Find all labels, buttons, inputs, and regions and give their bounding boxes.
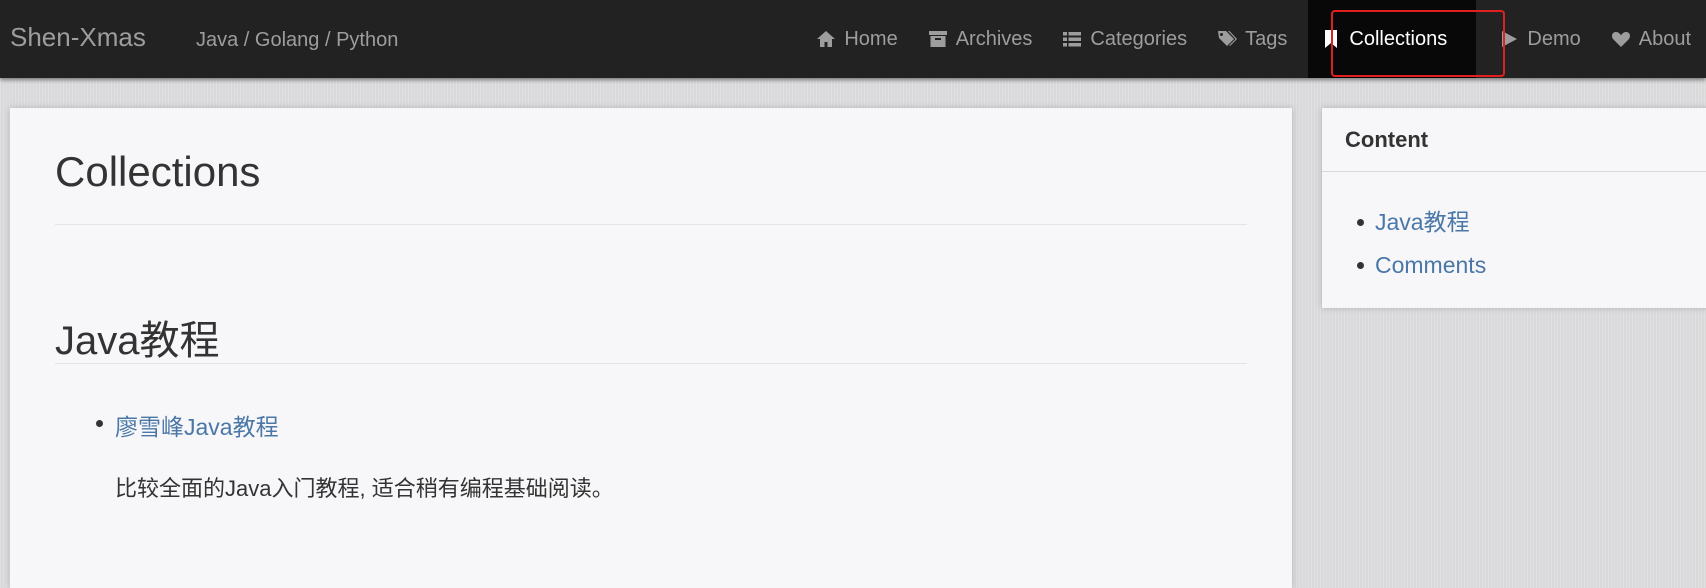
toc-link-java[interactable]: Java教程: [1375, 209, 1470, 235]
main-content-card: Collections Java教程 廖雪峰Java教程 比较全面的Java入门…: [10, 108, 1292, 588]
archive-icon: [928, 29, 948, 49]
page-title: Collections: [55, 148, 261, 195]
section-divider: [55, 363, 1247, 364]
site-tagline: Java / Golang / Python: [196, 29, 399, 51]
section-heading: Java教程: [55, 319, 220, 363]
nav-item-archives[interactable]: Archives: [913, 0, 1048, 78]
toc-heading: Content: [1322, 108, 1706, 172]
nav-item-home[interactable]: Home: [801, 0, 912, 78]
home-icon: [816, 29, 836, 49]
nav-item-about[interactable]: About: [1596, 0, 1706, 78]
nav-item-label: Demo: [1527, 27, 1581, 50]
nav-item-label: Home: [844, 27, 898, 50]
nav-item-label: Tags: [1245, 27, 1288, 50]
nav-item-categories[interactable]: Categories: [1047, 0, 1202, 78]
list-item: 廖雪峰Java教程: [96, 408, 279, 442]
top-navbar: Shen-Xmas Java / Golang / Python Home Ar…: [0, 0, 1706, 78]
collection-description: 比较全面的Java入门教程, 适合稍有编程基础阅读。: [115, 476, 614, 501]
site-brand[interactable]: Shen-Xmas: [10, 22, 146, 53]
main-nav: Home Archives Categories Tags Collection…: [801, 0, 1706, 78]
list-icon: [1062, 29, 1082, 49]
toc-list: Java教程 Comments: [1356, 201, 1486, 287]
nav-item-tags[interactable]: Tags: [1202, 0, 1302, 78]
heart-icon: [1611, 29, 1631, 49]
collection-link[interactable]: 廖雪峰Java教程: [115, 414, 279, 440]
toc-item: Java教程: [1356, 201, 1486, 244]
tags-icon: [1217, 29, 1238, 49]
nav-item-label: Archives: [955, 27, 1033, 50]
toc-link-comments[interactable]: Comments: [1375, 252, 1486, 278]
title-divider: [55, 224, 1247, 225]
collection-list: 廖雪峰Java教程: [96, 408, 279, 442]
nav-item-label: About: [1638, 27, 1691, 50]
nav-item-label: Categories: [1090, 27, 1188, 50]
active-tab-highlight: [1331, 10, 1505, 77]
toc-panel: Content Java教程 Comments: [1322, 108, 1706, 308]
toc-item: Comments: [1356, 244, 1486, 287]
